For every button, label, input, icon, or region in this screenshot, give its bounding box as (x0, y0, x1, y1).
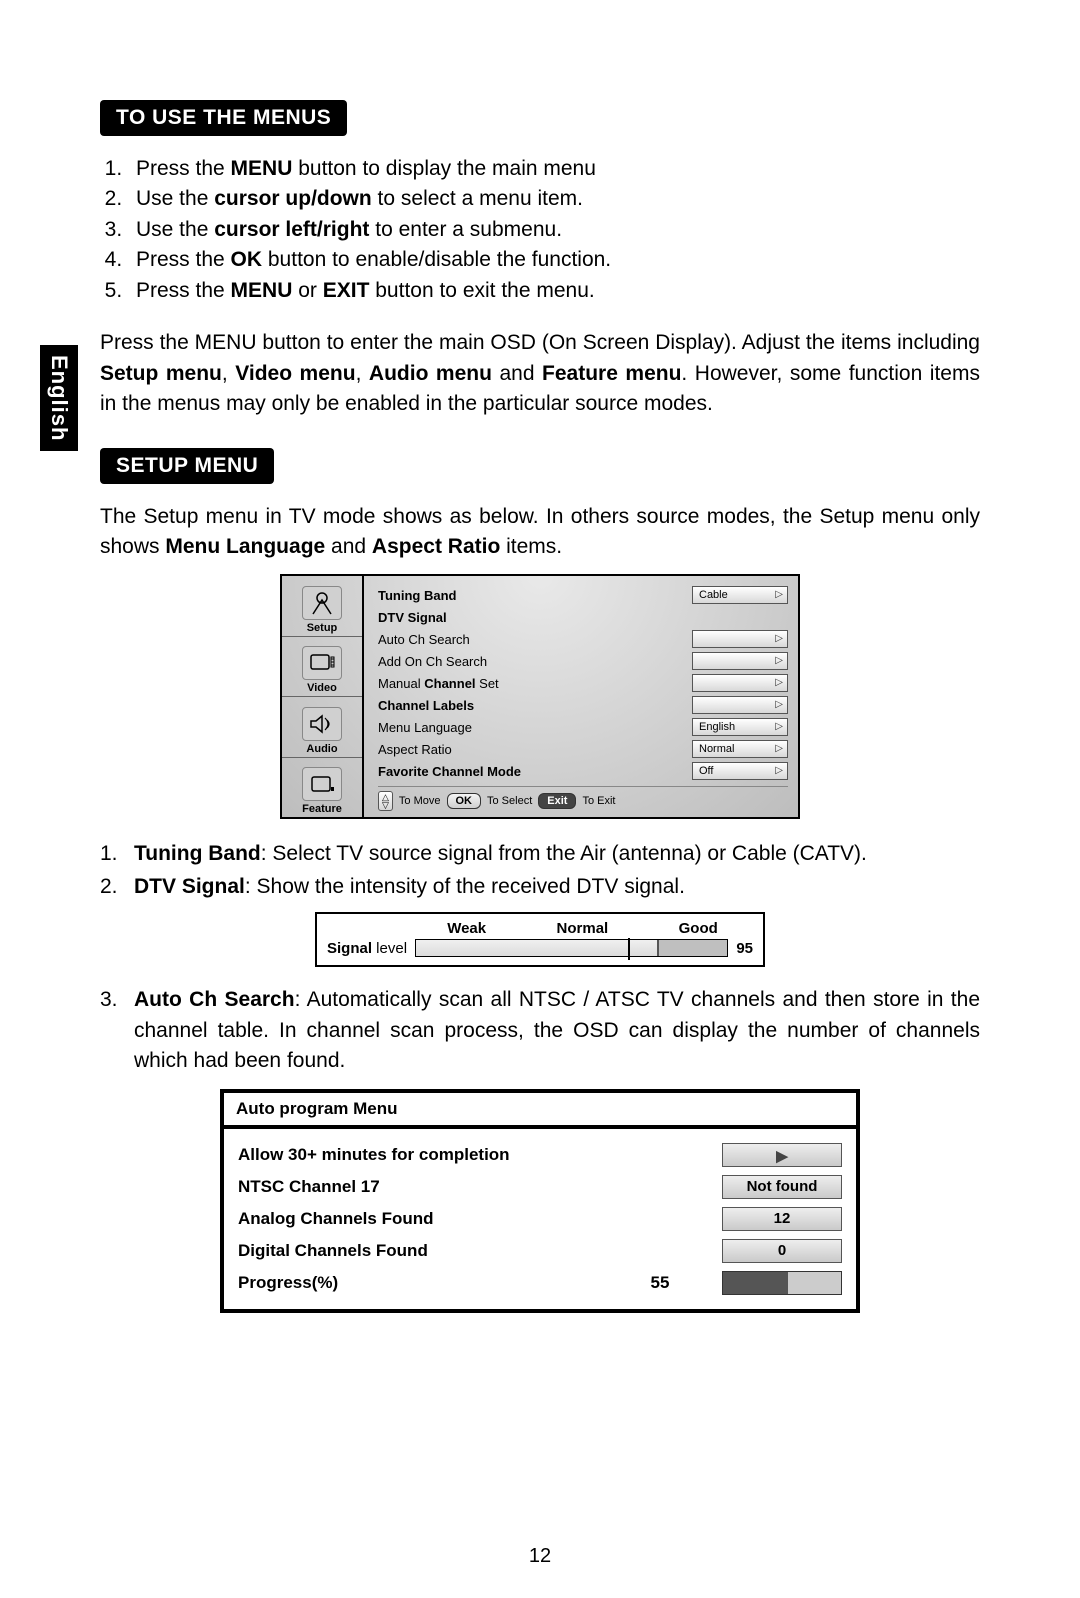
apm-allow: Allow 30+ minutes for completion (238, 1145, 710, 1165)
osd-field-menu-language[interactable]: English (692, 718, 788, 736)
apm-analog: Analog Channels Found (238, 1209, 710, 1229)
osd-field-manual-channel-set[interactable] (692, 674, 788, 692)
ok-button[interactable]: OK (447, 793, 482, 809)
apm-analog-val: 12 (722, 1207, 842, 1231)
osd-field-tuning-band[interactable]: Cable (692, 586, 788, 604)
apm-progress-val: 55 (610, 1273, 710, 1293)
signal-label: Signal level (327, 940, 407, 957)
osd-label-aspect-ratio: Aspect Ratio (378, 742, 692, 757)
osd-field-channel-labels[interactable] (692, 696, 788, 714)
apm-ntsc-status: Not found (722, 1175, 842, 1199)
osd-tabs: Setup Video Audio Feature (282, 576, 364, 817)
step-3: Use the cursor left/right to enter a sub… (128, 215, 980, 245)
heading-setup-menu: SETUP MENU (100, 448, 274, 484)
apm-progress: Progress(%) (238, 1273, 338, 1293)
signal-bar (415, 939, 728, 957)
osd-label-favorite-channel-mode: Favorite Channel Mode (378, 764, 692, 779)
page-content: TO USE THE MENUS Press the MENU button t… (100, 100, 980, 1313)
osd-label-auto-ch-search: Auto Ch Search (378, 632, 692, 647)
steps-list: Press the MENU button to display the mai… (100, 154, 980, 306)
step-2: Use the cursor up/down to select a menu … (128, 184, 980, 214)
setup-descriptions-2: 3.Auto Ch Search: Automatically scan all… (100, 985, 980, 1076)
heading-to-use-menus: TO USE THE MENUS (100, 100, 347, 136)
apm-digital-val: 0 (722, 1239, 842, 1263)
signal-weak: Weak (447, 920, 486, 937)
auto-program-figure: Auto program Menu Allow 30+ minutes for … (220, 1089, 860, 1313)
osd-field-add-on-ch-search[interactable] (692, 652, 788, 670)
apm-digital: Digital Channels Found (238, 1241, 710, 1261)
osd-tab-video[interactable]: Video (282, 637, 362, 698)
audio-icon (302, 707, 342, 741)
signal-level-figure: Weak Normal Good Signal level 95 (315, 912, 765, 967)
apm-title: Auto program Menu (224, 1093, 856, 1129)
osd-label-menu-language: Menu Language (378, 720, 692, 735)
osd-settings: Tuning BandCable DTV Signal Auto Ch Sear… (364, 576, 798, 817)
hint-move: To Move (399, 795, 441, 807)
page-number: 12 (0, 1545, 1080, 1568)
osd-field-favorite-channel-mode[interactable]: Off (692, 762, 788, 780)
osd-label-dtv-signal: DTV Signal (378, 610, 788, 625)
step-5: Press the MENU or EXIT button to exit th… (128, 276, 980, 306)
osd-field-aspect-ratio[interactable]: Normal (692, 740, 788, 758)
osd-tab-setup[interactable]: Setup (282, 576, 362, 637)
paragraph-setup-desc: The Setup menu in TV mode shows as below… (100, 502, 980, 563)
osd-label-channel-labels: Channel Labels (378, 698, 692, 713)
signal-value: 95 (736, 940, 753, 957)
signal-good: Good (679, 920, 718, 937)
osd-hint-row: △▽ To Move OK To Select Exit To Exit (378, 786, 788, 811)
osd-label-add-on-ch-search: Add On Ch Search (378, 654, 692, 669)
hint-exit: To Exit (582, 795, 615, 807)
exit-button[interactable]: Exit (538, 793, 576, 809)
signal-normal: Normal (557, 920, 609, 937)
video-icon (302, 646, 342, 680)
feature-icon (302, 767, 342, 801)
apm-ntsc: NTSC Channel 17 (238, 1177, 710, 1197)
apm-field-start[interactable] (722, 1143, 842, 1167)
osd-tab-feature[interactable]: Feature (282, 758, 362, 818)
apm-progress-bar (722, 1271, 842, 1295)
step-4: Press the OK button to enable/disable th… (128, 245, 980, 275)
step-1: Press the MENU button to display the mai… (128, 154, 980, 184)
osd-label-manual-channel-set: Manual Channel Set (378, 676, 692, 691)
paragraph-osd-intro: Press the MENU button to enter the main … (100, 328, 980, 419)
osd-setup-figure: Setup Video Audio Feature (280, 574, 800, 819)
antenna-icon (302, 586, 342, 620)
osd-field-auto-ch-search[interactable] (692, 630, 788, 648)
osd-tab-audio[interactable]: Audio (282, 697, 362, 758)
updown-icon: △▽ (378, 791, 393, 811)
setup-descriptions: 1.Tuning Band: Select TV source signal f… (100, 839, 980, 902)
language-tab: English (40, 345, 78, 451)
osd-label-tuning-band: Tuning Band (378, 588, 692, 603)
hint-select: To Select (487, 795, 532, 807)
